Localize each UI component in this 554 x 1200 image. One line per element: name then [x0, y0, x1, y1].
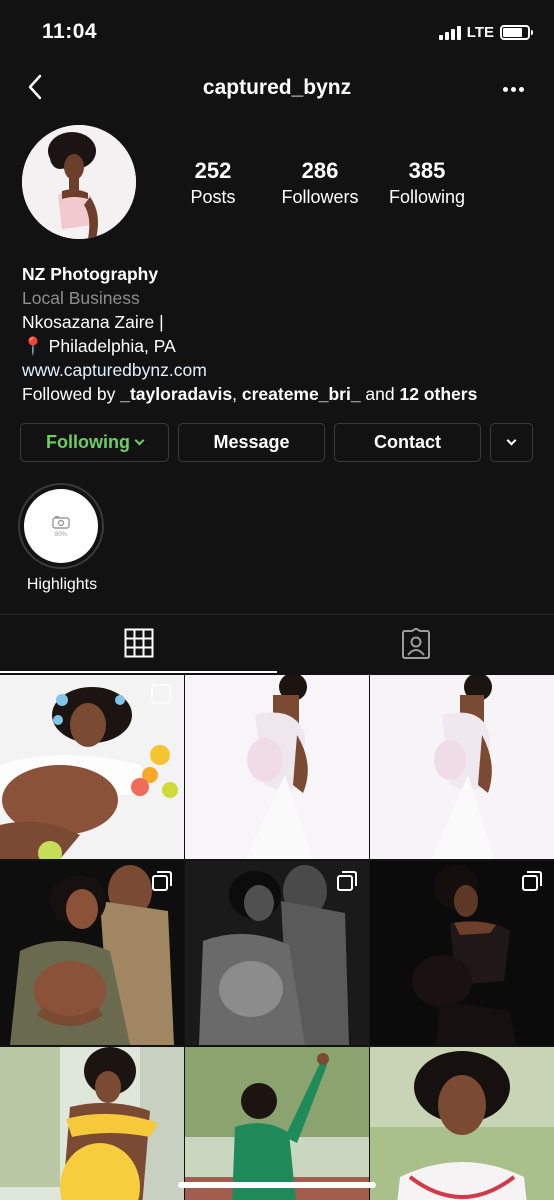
- stat-following[interactable]: 385 Following: [372, 158, 482, 208]
- more-dots-icon: [503, 86, 508, 92]
- posts-grid: [0, 675, 554, 1200]
- pin-icon: 📍: [22, 336, 44, 356]
- status-bar: 11:04 LTE: [0, 0, 554, 66]
- highlight-cover: 80%: [24, 489, 98, 563]
- message-button[interactable]: Message: [178, 423, 325, 462]
- post-photo: [185, 675, 369, 859]
- business-category: Local Business: [22, 288, 140, 308]
- profile-actions: Following Message Contact: [20, 423, 533, 463]
- website-link[interactable]: www.capturedbynz.com: [22, 358, 542, 382]
- signal-icon: [438, 25, 461, 40]
- profile-tabs: [0, 614, 554, 673]
- grid-post[interactable]: [0, 1047, 184, 1200]
- chevron-down-icon: [506, 435, 517, 446]
- message-button-label: Message: [213, 432, 290, 452]
- profile-nav-bar: captured_bynz: [0, 66, 554, 110]
- profile-bio: NZ Photography Local Business Nkosazana …: [22, 262, 542, 406]
- multiple-photos-icon: [337, 871, 357, 891]
- network-type: LTE: [466, 24, 494, 41]
- posts-count: 252: [194, 158, 232, 183]
- followed-user-2: createme_bri_: [241, 384, 361, 404]
- suggested-accounts-button[interactable]: [490, 423, 533, 462]
- tagged-icon: [401, 628, 430, 659]
- grid-post[interactable]: [185, 1047, 369, 1200]
- post-photo: [370, 1047, 554, 1200]
- post-photo: [0, 1047, 184, 1200]
- multiple-photos-icon: [152, 871, 172, 891]
- story-highlight[interactable]: 80% Highlights: [18, 483, 106, 594]
- grid-post[interactable]: [0, 675, 184, 859]
- followed-by-prefix: Followed by: [22, 384, 121, 404]
- grid-post[interactable]: [0, 861, 184, 1045]
- grid-post[interactable]: [370, 861, 554, 1045]
- followers-label: Followers: [281, 187, 359, 207]
- grid-post[interactable]: [370, 675, 554, 859]
- followed-and: and: [360, 384, 400, 404]
- avatar-photo: [22, 125, 136, 239]
- status-time: 11:04: [42, 20, 98, 43]
- photo-icon: [52, 515, 70, 529]
- contact-button-label: Contact: [374, 432, 441, 452]
- following-label: Following: [388, 187, 466, 207]
- post-photo: [370, 675, 554, 859]
- location-text: Philadelphia, PA: [48, 336, 176, 356]
- highlight-icon-text: 80%: [54, 531, 67, 538]
- followers-count: 286: [301, 158, 339, 183]
- multiple-photos-icon: [522, 871, 542, 891]
- grid-post[interactable]: [185, 675, 369, 859]
- post-photo: [0, 675, 184, 859]
- more-options-button[interactable]: [503, 74, 524, 104]
- profile-username: captured_bynz: [202, 76, 352, 99]
- highlight-ring: 80%: [18, 483, 104, 569]
- followed-separator: ,: [232, 384, 242, 404]
- followed-user-1: _tayloradavis: [120, 384, 233, 404]
- followed-others: 12 others: [399, 384, 478, 404]
- bio-location: 📍 Philadelphia, PA: [22, 334, 542, 358]
- chevron-down-icon: [134, 435, 145, 446]
- display-name: NZ Photography: [22, 264, 159, 284]
- contact-button[interactable]: Contact: [334, 423, 481, 462]
- grid-post[interactable]: [185, 861, 369, 1045]
- grid-icon: [124, 628, 153, 658]
- battery-icon: [500, 25, 533, 40]
- bio-line: Nkosazana Zaire |: [22, 312, 164, 332]
- stat-followers[interactable]: 286 Followers: [265, 158, 375, 208]
- following-count: 385: [408, 158, 446, 183]
- profile-avatar[interactable]: [22, 125, 136, 239]
- posts-label: Posts: [190, 187, 236, 207]
- grid-post[interactable]: [370, 1047, 554, 1200]
- tab-posts-grid[interactable]: [0, 615, 277, 673]
- stat-posts[interactable]: 252 Posts: [158, 158, 268, 208]
- home-indicator[interactable]: [178, 1182, 376, 1188]
- post-photo: [185, 1047, 369, 1200]
- following-button[interactable]: Following: [20, 423, 169, 462]
- following-button-label: Following: [46, 432, 130, 452]
- followed-by[interactable]: Followed by _tayloradavis, createme_bri_…: [22, 382, 542, 406]
- highlight-label: Highlights: [26, 576, 98, 593]
- status-icons: LTE: [438, 24, 533, 41]
- tab-tagged[interactable]: [277, 615, 554, 673]
